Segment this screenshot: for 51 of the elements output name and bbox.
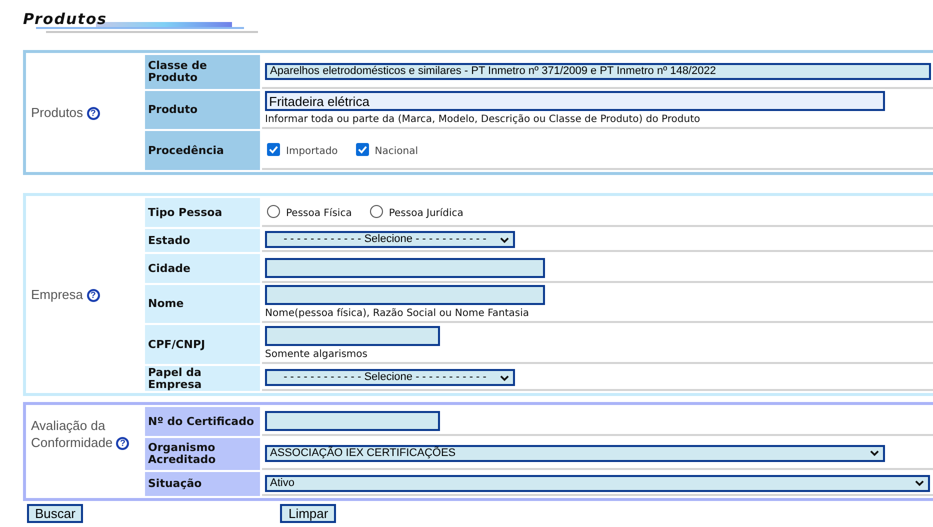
help-icon[interactable]: ? [86, 107, 100, 120]
field-label: CPF/CNPJ [145, 325, 260, 364]
page-title: Produtos [23, 9, 108, 30]
radio-button[interactable] [267, 205, 280, 218]
radio-button[interactable] [370, 205, 383, 218]
field-label: Tipo Pessoa [145, 198, 260, 227]
field-hint: Informar toda ou parte da (Marca, Modelo, Descrição ou Classe de Produto) do Produto [265, 113, 700, 127]
dropdown-value: Aparelhos eletrodomésticos e similares - PT Inmetro nº 371/2009 e PT Inmetro nº 148/2022 [270, 64, 718, 79]
help-icon[interactable]: ? [116, 437, 130, 450]
chevron-down-icon [500, 374, 509, 380]
input-field[interactable] [265, 410, 440, 430]
dropdown-value: ASSOCIAÇÃO IEX CERTIFICAÇÕES [270, 445, 457, 461]
dropdown[interactable]: Aparelhos eletrodomésticos e similares - PT Inmetro nº 371/2009 e PT Inmetro nº 148/2022 [265, 62, 931, 80]
dropdown-value: - - - - - - - - - - - - Selecione - - - - - - - - - - - [282, 370, 488, 386]
dropdown[interactable]: ASSOCIAÇÃO IEX CERTIFICAÇÕES [265, 444, 885, 462]
field-label: Estado [145, 229, 260, 252]
input-field[interactable] [265, 326, 440, 346]
dropdown[interactable]: - - - - - - - - - - - - Selecione - - - - - - - - - - - [265, 369, 515, 386]
field-label: Papel da Empresa [145, 366, 260, 391]
checkbox[interactable] [356, 143, 369, 156]
chevron-down-icon [500, 236, 509, 242]
option-label: Pessoa Jurídica [388, 206, 464, 220]
section-title: Produtos ? [31, 104, 131, 121]
dropdown-value: - - - - - - - - - - - - Selecione - - - - - - - - - - - [282, 232, 488, 248]
option-label: Importado [286, 144, 338, 158]
field-label: Procedência [145, 131, 260, 170]
chevron-down-icon [870, 450, 879, 456]
chevron-down-icon [915, 480, 924, 486]
option-label: Nacional [374, 144, 418, 158]
dropdown-value: Ativo [270, 476, 296, 491]
field-label: Situação [145, 472, 260, 496]
field-label: Nome [145, 285, 260, 323]
field-label: Nº do Certificado [145, 407, 260, 436]
dropdown[interactable]: - - - - - - - - - - - - Selecione - - - - - - - - - - - [265, 231, 515, 248]
form-button[interactable]: Buscar [27, 504, 84, 523]
option-label: Pessoa Física [286, 206, 352, 220]
input-field[interactable] [265, 285, 545, 305]
section-title: Empresa ? [31, 286, 131, 303]
input-field[interactable]: Fritadeira elétrica [265, 91, 885, 111]
field-label: Organismo Acreditado [145, 438, 260, 470]
field-hint: Nome(pessoa física), Razão Social ou Nome Fantasia [265, 307, 530, 321]
field-label: Classe de Produto [145, 55, 260, 89]
field-label: Produto [145, 91, 260, 129]
dropdown[interactable]: Ativo [265, 474, 930, 492]
field-hint: Somente algarismos [265, 348, 368, 362]
field-label: Cidade [145, 254, 260, 283]
help-icon[interactable]: ? [86, 289, 100, 302]
input-field[interactable] [265, 258, 545, 278]
section-title: Avaliação da Conformidade ? [31, 417, 131, 451]
checkbox[interactable] [267, 143, 280, 156]
form-button[interactable]: Limpar [280, 504, 336, 523]
